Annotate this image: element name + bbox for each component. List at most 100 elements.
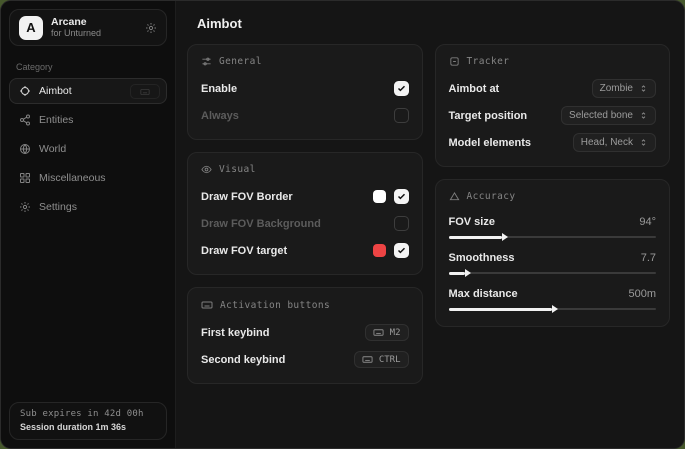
controls-group xyxy=(373,243,409,258)
fov-background-checkbox[interactable] xyxy=(394,216,409,231)
setting-row-model-elements: Model elements Head, Neck xyxy=(449,132,657,153)
right-column: Tracker Aimbot at Zombie xyxy=(435,44,671,327)
slider-label-row: FOV size 94° xyxy=(449,213,657,230)
fov-target-checkbox[interactable] xyxy=(394,243,409,258)
aimbot-at-select[interactable]: Zombie xyxy=(592,79,656,98)
card-title: Activation buttons xyxy=(220,300,330,311)
subscription-info-card: Sub expires in 42d 00h Session duration … xyxy=(9,402,167,440)
category-label: Category xyxy=(16,62,175,72)
sidebar-item-label: World xyxy=(39,143,66,155)
setting-row-first-keybind: First keybind M2 xyxy=(201,322,409,343)
card-title: Accuracy xyxy=(467,191,516,202)
slider-label-row: Max distance 500m xyxy=(449,285,657,302)
chevrons-up-down-icon xyxy=(639,84,648,93)
setting-label: Model elements xyxy=(449,137,532,149)
setting-row-enable: Enable xyxy=(201,78,409,99)
max-distance-group: Max distance 500m xyxy=(449,285,657,313)
setting-row-aimbot-at: Aimbot at Zombie xyxy=(449,78,657,99)
eye-icon xyxy=(201,164,212,175)
controls-group xyxy=(373,189,409,204)
general-card-header: General xyxy=(201,56,409,67)
smoothness-slider[interactable] xyxy=(449,269,657,277)
setting-label: Draw FOV target xyxy=(201,245,287,257)
keybind-value: CTRL xyxy=(379,355,401,365)
card-title: Visual xyxy=(219,164,256,175)
gear-icon xyxy=(19,201,31,213)
chevrons-up-down-icon xyxy=(639,138,648,147)
color-swatch[interactable] xyxy=(373,190,386,203)
smoothness-group: Smoothness 7.7 xyxy=(449,249,657,277)
fov-size-group: FOV size 94° xyxy=(449,213,657,241)
target-position-select[interactable]: Selected bone xyxy=(561,106,656,125)
enable-checkbox[interactable] xyxy=(394,81,409,96)
tracker-card: Tracker Aimbot at Zombie xyxy=(435,44,671,167)
brand-title: Arcane xyxy=(51,16,137,28)
setting-label: Smoothness xyxy=(449,252,515,264)
brand-text: Arcane for Unturned xyxy=(51,16,137,38)
first-keybind-button[interactable]: M2 xyxy=(365,324,409,341)
sidebar-item-label: Miscellaneous xyxy=(39,172,106,184)
sidebar-item-world[interactable]: World xyxy=(9,136,167,162)
activation-buttons-card: Activation buttons First keybind M2 xyxy=(187,287,423,384)
setting-row-fov-target: Draw FOV target xyxy=(201,240,409,261)
keybind-hint-badge xyxy=(130,84,160,99)
setting-label: Always xyxy=(201,110,239,122)
slider-thumb[interactable] xyxy=(449,236,503,239)
second-keybind-button[interactable]: CTRL xyxy=(354,351,409,368)
sidebar-item-label: Settings xyxy=(39,201,77,213)
main-panel: Aimbot General Enable xyxy=(176,1,684,448)
setting-row-fov-background: Draw FOV Background xyxy=(201,213,409,234)
brand-subtitle: for Unturned xyxy=(51,28,137,38)
fov-size-slider[interactable] xyxy=(449,233,657,241)
setting-label: Enable xyxy=(201,83,237,95)
cards-grid: General Enable Always xyxy=(187,44,670,384)
sidebar-item-entities[interactable]: Entities xyxy=(9,107,167,133)
sidebar: A Arcane for Unturned Category A xyxy=(1,1,176,448)
max-distance-slider[interactable] xyxy=(449,305,657,313)
setting-row-fov-border: Draw FOV Border xyxy=(201,186,409,207)
setting-label: Target position xyxy=(449,110,528,122)
sub-expires-text: Sub expires in 42d 00h xyxy=(20,409,156,419)
gear-icon[interactable] xyxy=(145,22,157,34)
setting-label: Draw FOV Background xyxy=(201,218,321,230)
tracker-card-header: Tracker xyxy=(449,56,657,67)
general-card: General Enable Always xyxy=(187,44,423,140)
setting-label: First keybind xyxy=(201,327,269,339)
keybind-value: M2 xyxy=(390,328,401,338)
slider-thumb[interactable] xyxy=(449,272,466,275)
accuracy-card-header: Accuracy xyxy=(449,191,657,202)
slider-label-row: Smoothness 7.7 xyxy=(449,249,657,266)
always-checkbox[interactable] xyxy=(394,108,409,123)
fov-border-checkbox[interactable] xyxy=(394,189,409,204)
grid-icon xyxy=(19,172,31,184)
sliders-icon xyxy=(201,56,212,67)
keyboard-icon xyxy=(373,327,384,338)
setting-label: Draw FOV Border xyxy=(201,191,293,203)
setting-row-target-position: Target position Selected bone xyxy=(449,105,657,126)
setting-label: Second keybind xyxy=(201,354,285,366)
setting-label: Max distance xyxy=(449,288,518,300)
color-swatch[interactable] xyxy=(373,244,386,257)
select-value: Selected bone xyxy=(569,110,633,121)
sidebar-item-label: Entities xyxy=(39,114,73,126)
slider-thumb[interactable] xyxy=(449,308,553,311)
crosshair-icon xyxy=(19,85,31,97)
minus-square-icon xyxy=(449,56,460,67)
setting-row-always: Always xyxy=(201,105,409,126)
page-title: Aimbot xyxy=(197,16,670,31)
select-value: Head, Neck xyxy=(581,137,633,148)
slider-value: 500m xyxy=(628,288,656,300)
brand-logo: A xyxy=(19,16,43,40)
sidebar-item-miscellaneous[interactable]: Miscellaneous xyxy=(9,165,167,191)
sidebar-item-aimbot[interactable]: Aimbot xyxy=(9,78,167,104)
activation-card-header: Activation buttons xyxy=(201,299,409,311)
card-title: Tracker xyxy=(467,56,510,67)
keyboard-icon xyxy=(362,354,373,365)
chevrons-up-down-icon xyxy=(639,111,648,120)
keyboard-icon xyxy=(201,299,213,311)
triangle-icon xyxy=(449,191,460,202)
model-elements-select[interactable]: Head, Neck xyxy=(573,133,656,152)
sidebar-item-settings[interactable]: Settings xyxy=(9,194,167,220)
left-column: General Enable Always xyxy=(187,44,423,384)
accuracy-card: Accuracy FOV size 94° xyxy=(435,179,671,327)
